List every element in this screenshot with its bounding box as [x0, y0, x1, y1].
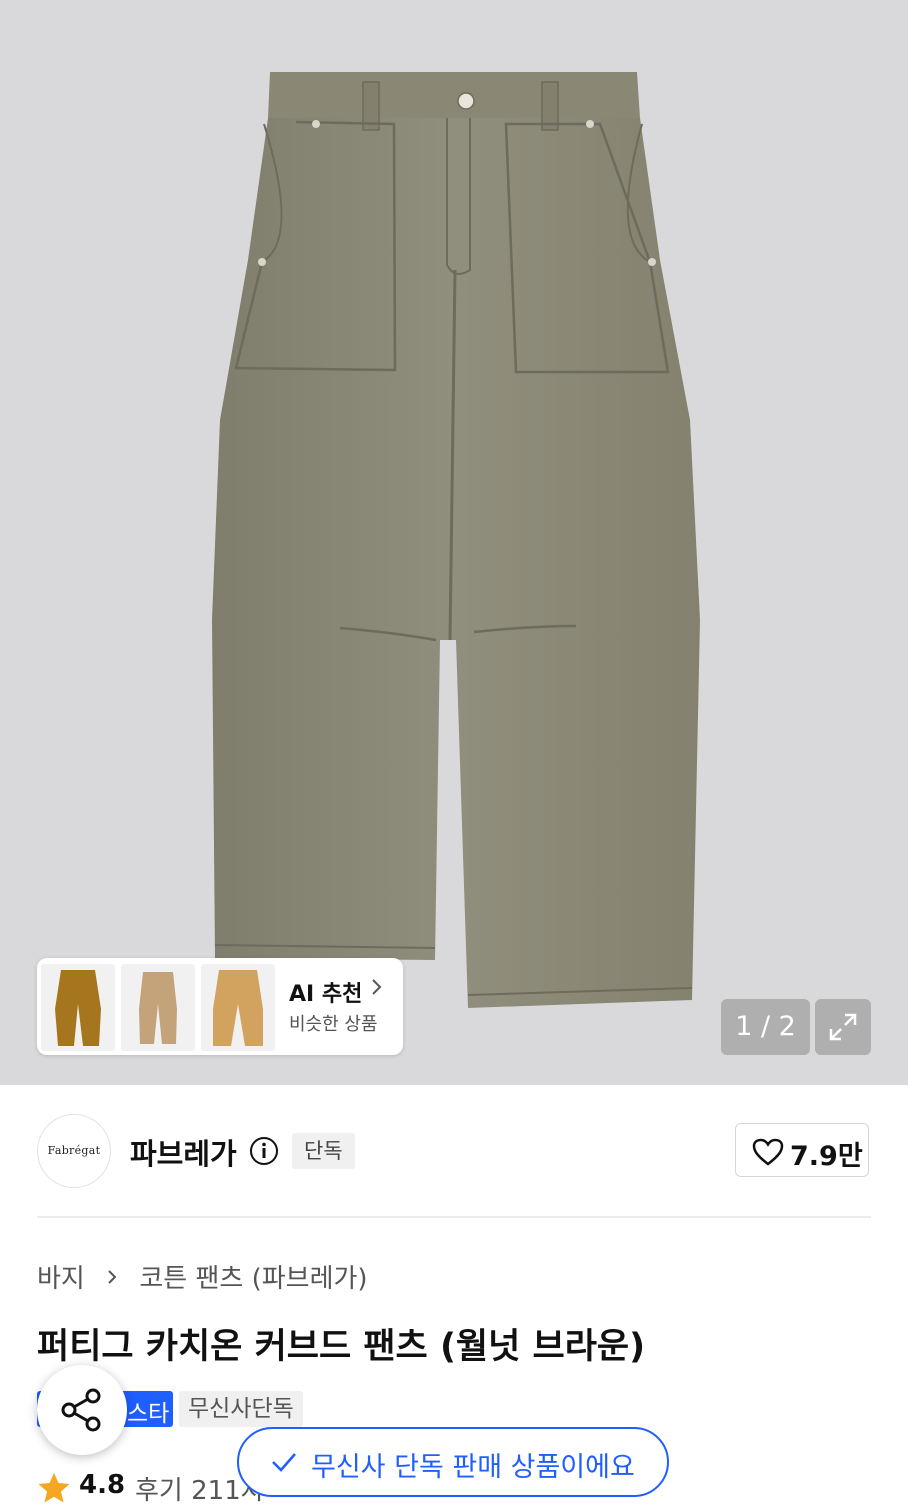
- rating-value: 4.8: [79, 1470, 126, 1500]
- pants-thumbnail-icon: [55, 970, 101, 1046]
- share-button[interactable]: [37, 1365, 127, 1455]
- brand-logo-text: Fabrégat: [47, 1144, 101, 1157]
- check-icon: [272, 1453, 296, 1472]
- toast-text: 무신사 단독 판매 상품이에요: [311, 1452, 635, 1483]
- brand-logo[interactable]: Fabrégat: [37, 1114, 111, 1188]
- recommended-product-thumb[interactable]: [201, 964, 275, 1051]
- breadcrumb-subcategory[interactable]: 코튼 팬츠 (파브레가): [139, 1258, 367, 1295]
- chevron-right-icon: [372, 979, 382, 995]
- pants-photo: [212, 72, 700, 1008]
- image-counter: 1 / 2: [721, 999, 810, 1055]
- product-title: 퍼티그 카치온 커브드 팬츠 (월넛 브라운): [37, 1327, 646, 1367]
- share-icon: [61, 1388, 101, 1432]
- heart-icon: [752, 1138, 784, 1166]
- pants-thumbnail-icon: [213, 970, 263, 1046]
- expand-button[interactable]: [815, 999, 871, 1055]
- exclusive-toast: 무신사 단독 판매 상품이에요: [237, 1427, 669, 1497]
- recommended-product-thumb[interactable]: [41, 964, 115, 1051]
- like-count: 7.9만: [790, 1141, 863, 1172]
- breadcrumb-category[interactable]: 바지: [37, 1258, 85, 1295]
- ai-recommendation-title: AI 추천: [289, 982, 363, 1007]
- like-button[interactable]: 7.9만: [735, 1123, 869, 1177]
- tag-star-label: 스타: [127, 1401, 170, 1427]
- star-icon: [38, 1473, 70, 1503]
- brand-exclusive-badge: 단독: [292, 1133, 355, 1169]
- pants-thumbnail-icon: [139, 972, 177, 1044]
- divider: [37, 1216, 871, 1218]
- info-icon[interactable]: [249, 1136, 279, 1166]
- brand-name[interactable]: 파브레가: [130, 1131, 237, 1173]
- ai-recommendation-subtitle: 비슷한 상품: [289, 1014, 378, 1035]
- expand-icon: [829, 1013, 857, 1041]
- tag-exclusive: 무신사단독: [179, 1391, 303, 1427]
- product-image[interactable]: AI 추천 비슷한 상품 1 / 2: [0, 0, 908, 1085]
- breadcrumb: 바지 코튼 팬츠 (파브레가): [37, 1258, 368, 1295]
- ai-recommendation-card[interactable]: AI 추천 비슷한 상품: [37, 958, 403, 1055]
- recommended-product-thumb[interactable]: [121, 964, 195, 1051]
- chevron-right-icon: [108, 1269, 117, 1284]
